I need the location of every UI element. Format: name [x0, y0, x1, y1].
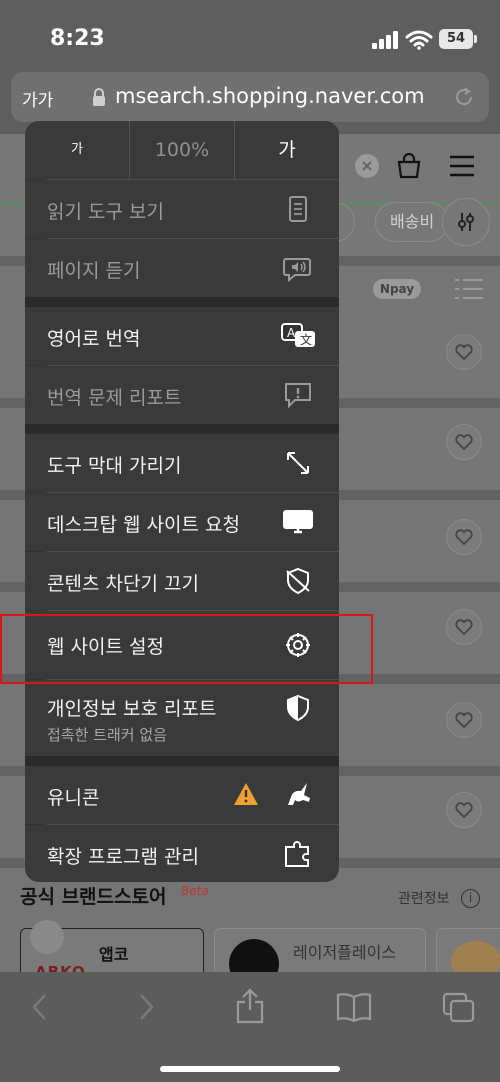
shield-off-icon — [286, 567, 310, 595]
menu-item-listen[interactable]: 페이지 듣기 — [25, 239, 339, 297]
wishlist-button[interactable] — [446, 609, 482, 645]
warning-icon — [234, 783, 258, 805]
sliders-icon — [458, 213, 474, 231]
menu-icon[interactable] — [448, 154, 476, 178]
wifi-icon — [405, 30, 433, 50]
wishlist-button[interactable] — [446, 702, 482, 738]
brand-name: 레이저플레이스 — [293, 943, 397, 962]
clear-search-icon[interactable] — [355, 154, 379, 178]
unicorn-icon — [288, 783, 310, 805]
heart-icon — [455, 344, 473, 361]
filter-settings-button[interactable] — [442, 198, 490, 246]
page-settings-menu: 가 100% 가 읽기 도구 보기 페이지 듣기 영어로 번역 A 文 번역 문… — [25, 121, 339, 882]
shield-icon — [287, 694, 309, 722]
page-settings-button[interactable]: 가가 — [22, 86, 53, 111]
menu-item-report-translation[interactable]: 번역 문제 리포트 — [25, 366, 339, 424]
heart-icon — [455, 619, 473, 636]
tabs-icon[interactable] — [442, 992, 476, 1024]
url-text: msearch.shopping.naver.com — [115, 84, 425, 108]
brand-section-title: 공식 브랜드스토어 — [20, 886, 167, 908]
menu-item-hide-toolbar[interactable]: 도구 막대 가리기 — [25, 434, 339, 492]
menu-item-label: 확장 프로그램 관리 — [47, 846, 199, 868]
status-time: 8:23 — [50, 26, 105, 51]
menu-item-sublabel: 접촉한 트래커 없음 — [47, 726, 167, 744]
back-icon[interactable] — [28, 992, 52, 1022]
brand-name: 앱코 — [99, 945, 129, 964]
menu-item-desktop-site[interactable]: 데스크탑 웹 사이트 요청 — [25, 493, 339, 551]
status-bar: 8:23 54 — [0, 0, 500, 70]
menu-item-label: 콘텐츠 차단기 끄기 — [47, 573, 199, 595]
signal-icon — [372, 31, 398, 49]
wishlist-button[interactable] — [446, 424, 482, 460]
brand-logo: ABKO — [35, 963, 86, 972]
zoom-level: 100% — [154, 139, 210, 161]
menu-item-label: 개인정보 보호 리포트 — [47, 698, 217, 720]
forward-icon[interactable] — [134, 992, 158, 1022]
menu-item-label: 유니콘 — [47, 787, 100, 809]
zoom-increase-button[interactable]: 가 — [235, 121, 339, 179]
menu-item-content-blockers[interactable]: 콘텐츠 차단기 끄기 — [25, 552, 339, 610]
zoom-decrease-button[interactable]: 가 — [25, 121, 129, 179]
menu-item-unicorn[interactable]: 유니콘 — [25, 766, 339, 824]
home-indicator — [160, 1066, 340, 1072]
menu-item-label: 읽기 도구 보기 — [47, 201, 164, 223]
svg-text:A: A — [287, 326, 296, 340]
heart-icon — [455, 802, 473, 819]
menu-item-label: 데스크탑 웹 사이트 요청 — [47, 514, 240, 536]
brand-logo — [229, 939, 279, 972]
svg-text:文: 文 — [300, 332, 312, 347]
filter-chip-shipping[interactable]: 배송비 — [375, 202, 450, 242]
share-icon[interactable] — [234, 988, 266, 1024]
menu-item-translate[interactable]: 영어로 번역 A 文 — [25, 307, 339, 365]
beta-label: Beta — [181, 884, 209, 898]
menu-item-label: 페이지 듣기 — [47, 260, 141, 282]
brand-card-razer[interactable]: 레이저플레이스 — [214, 928, 426, 972]
reload-icon[interactable] — [452, 85, 476, 109]
reader-icon — [289, 196, 307, 222]
wishlist-button[interactable] — [446, 519, 482, 555]
translate-icon: A 文 — [281, 323, 315, 347]
heart-icon — [455, 712, 473, 729]
heart-icon — [455, 434, 473, 451]
battery-indicator: 54 — [439, 29, 473, 49]
zoom-controls: 가 100% 가 — [25, 121, 339, 179]
desktop-icon — [283, 510, 313, 534]
address-bar[interactable]: 가가 msearch.shopping.naver.com — [11, 72, 489, 122]
brand-logo — [451, 941, 500, 972]
heart-icon — [455, 529, 473, 546]
wishlist-button[interactable] — [446, 334, 482, 370]
menu-item-reader[interactable]: 읽기 도구 보기 — [25, 180, 339, 238]
highlight-box — [0, 614, 373, 684]
info-icon[interactable]: i — [461, 889, 480, 908]
battery-tip — [474, 35, 477, 43]
related-info-link[interactable]: 관련정보 — [398, 888, 450, 908]
bookmarks-icon[interactable] — [336, 992, 372, 1022]
menu-item-label: 도구 막대 가리기 — [47, 455, 182, 477]
page-copy-icon[interactable] — [30, 920, 64, 954]
cart-icon[interactable] — [395, 152, 423, 180]
npay-badge: Npay — [373, 279, 421, 299]
lock-icon — [93, 88, 105, 106]
menu-item-manage-extensions[interactable]: 확장 프로그램 관리 — [25, 825, 339, 882]
speaker-icon — [283, 258, 311, 282]
expand-icon — [287, 452, 309, 474]
extension-icon — [285, 841, 309, 867]
menu-item-label: 영어로 번역 — [47, 328, 141, 350]
wishlist-button[interactable] — [446, 792, 482, 828]
list-view-icon[interactable] — [455, 278, 483, 300]
report-icon — [285, 383, 311, 409]
menu-item-privacy-report[interactable]: 개인정보 보호 리포트 접촉한 트래커 없음 — [25, 680, 339, 756]
brand-card[interactable] — [436, 928, 500, 972]
menu-item-label: 번역 문제 리포트 — [47, 387, 182, 409]
